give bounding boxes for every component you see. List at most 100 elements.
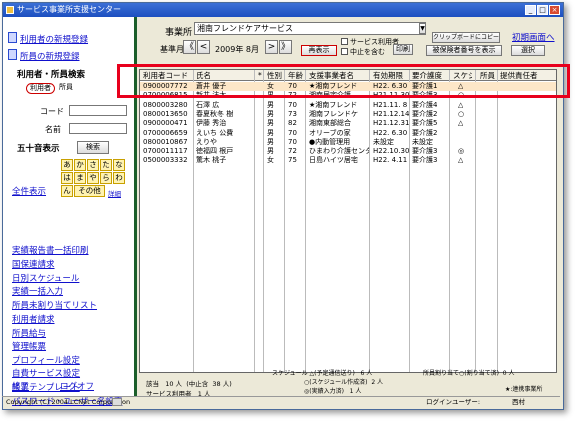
refresh-button[interactable]: 再表示 bbox=[301, 45, 337, 56]
service-user-checkbox[interactable] bbox=[341, 38, 348, 45]
table-cell: 男 bbox=[267, 100, 274, 109]
logoff-link[interactable]: ログオフ bbox=[60, 380, 94, 392]
link-bulk-input[interactable]: 実績一括入力 bbox=[12, 285, 63, 297]
link-salary[interactable]: 所員給与 bbox=[12, 327, 46, 339]
suspend-label: (中止含 bbox=[186, 380, 209, 388]
table-row[interactable]: 0700006659 えいち 公費 男 70 オリーブの家 H22. 6.30 要介護2 bbox=[140, 128, 556, 138]
table-cell: 0700011117 bbox=[143, 147, 188, 156]
kana-sa[interactable]: さ bbox=[87, 159, 99, 171]
user-search-pill[interactable]: 利用者 bbox=[26, 83, 55, 94]
table-cell: 72 bbox=[288, 147, 297, 156]
table-cell: 日島ハイツ居宅 bbox=[309, 156, 358, 165]
table-cell: 男 bbox=[267, 109, 274, 118]
minimize-button[interactable]: _ bbox=[525, 5, 536, 15]
kana-ta[interactable]: た bbox=[100, 159, 112, 171]
link-self-pay[interactable]: 自費サービス設定 bbox=[12, 367, 80, 379]
kana-n[interactable]: ん bbox=[61, 185, 73, 197]
schedule-done: ◎(実績入力済) bbox=[304, 388, 344, 395]
prev-month-button[interactable]: < bbox=[197, 40, 210, 54]
kana-other[interactable]: その他 bbox=[74, 185, 105, 197]
table-cell: 男 bbox=[267, 128, 274, 137]
name-label: 名前 bbox=[45, 125, 61, 134]
kana-a[interactable]: あ bbox=[61, 159, 73, 171]
table-cell: 湘南東部総合 bbox=[309, 119, 351, 128]
end-link[interactable]: 終了 bbox=[12, 380, 29, 392]
search-button[interactable]: 検索 bbox=[77, 141, 109, 154]
table-cell: えいち 公費 bbox=[196, 128, 234, 137]
init-screen-link[interactable]: 初期画面へ bbox=[512, 31, 555, 43]
table-cell: 0800013650 bbox=[143, 109, 188, 118]
code-input[interactable] bbox=[69, 105, 127, 116]
link-unassigned[interactable]: 所員未割り当てリスト bbox=[12, 299, 97, 311]
table-cell: ○ bbox=[458, 109, 465, 118]
table-cell: 男 bbox=[267, 137, 274, 146]
select-button[interactable]: 選択 bbox=[511, 45, 545, 56]
pen-icon[interactable] bbox=[112, 398, 122, 406]
new-user-link[interactable]: 利用者の新規登録 bbox=[20, 33, 88, 45]
table-row[interactable]: 0700011117 徳福四 根戸 男 72 ひまわり介護センター H22.10.30要介… bbox=[140, 147, 556, 156]
print-button[interactable]: 印刷 bbox=[393, 44, 413, 55]
kana-na[interactable]: な bbox=[113, 159, 125, 171]
alloc-label: 所員割り当て○(割り当て済) bbox=[423, 370, 499, 377]
table-cell: 要介護2 bbox=[412, 128, 438, 137]
schedule-created: ○(スケジュール作成済) bbox=[304, 379, 368, 386]
table-cell: H22. 4.11 bbox=[373, 156, 408, 165]
next-year-button[interactable]: 》 bbox=[279, 40, 292, 54]
link-kokuho[interactable]: 国保連請求 bbox=[12, 258, 55, 270]
new-office-link[interactable]: 所員の新規登録 bbox=[20, 50, 80, 62]
maximize-button[interactable]: □ bbox=[537, 5, 548, 15]
table-cell: H22.10.30 bbox=[373, 147, 410, 156]
kana-ka[interactable]: か bbox=[74, 159, 86, 171]
table-cell: 0500003332 bbox=[143, 156, 188, 165]
link-bulk-print[interactable]: 実績報告書一括印刷 bbox=[12, 244, 89, 256]
table-row[interactable]: 0800003280 石澤 広 男 70 ★湘南フレンド H21.11. 8 要介護4 △ bbox=[140, 100, 556, 110]
schedule-done-count: 1 人 bbox=[349, 388, 362, 395]
link-profile[interactable]: プロフィール設定 bbox=[12, 354, 80, 366]
table-cell: 0900000471 bbox=[143, 119, 188, 128]
table-cell: 0800010867 bbox=[143, 137, 188, 146]
table-cell: 要介護3 bbox=[412, 147, 438, 156]
clipboard-button[interactable]: クリップボードにコピー bbox=[432, 32, 500, 43]
highlight-box bbox=[117, 64, 570, 98]
table-row[interactable]: 0800010867 えりや 男 70 ●内動管理用 未設定 未設定 bbox=[140, 137, 556, 147]
kana-ha[interactable]: は bbox=[61, 172, 73, 184]
month-display: 2009年 8月 bbox=[215, 45, 259, 54]
link-user-billing[interactable]: 利用者請求 bbox=[12, 313, 55, 325]
base-month-label: 基準月 bbox=[160, 45, 184, 54]
show-insurance-button[interactable]: 被保険者番号を表示 bbox=[426, 45, 502, 56]
suspend-value: 38 人) bbox=[212, 380, 232, 388]
link-daily-schedule[interactable]: 日別スケジュール bbox=[12, 272, 79, 284]
prev-year-button[interactable]: 《 bbox=[183, 40, 196, 54]
table-cell: 70 bbox=[288, 100, 297, 109]
app-icon bbox=[6, 6, 14, 14]
office-label: 事業所 bbox=[165, 28, 193, 38]
table-cell: 82 bbox=[288, 119, 297, 128]
kana-ma[interactable]: ま bbox=[74, 172, 86, 184]
table-cell: 要介護3 bbox=[412, 156, 438, 165]
include-suspended-label: 中止を含む bbox=[350, 48, 385, 56]
link-reports[interactable]: 管理帳票 bbox=[12, 340, 46, 352]
table-row[interactable]: 0500003332 驚木 桃子 女 75 日島ハイツ居宅 H22. 4.11 要介護3 △ bbox=[140, 156, 556, 165]
next-month-button[interactable]: > bbox=[265, 40, 278, 54]
table-cell: 春夏秋冬 樹 bbox=[196, 109, 234, 118]
kana-wa[interactable]: わ bbox=[113, 172, 125, 184]
table-row[interactable]: 0900000471 伊藤 秀治 男 82 湘南東部総合 H21.12.31 要介護5 △ bbox=[140, 119, 556, 128]
name-input[interactable] bbox=[69, 123, 127, 134]
table-row[interactable]: 0800013650 春夏秋冬 樹 男 73 湘南フレンドケ H21.12.14 要介護2 ○ bbox=[140, 109, 556, 119]
kana-ya[interactable]: や bbox=[87, 172, 99, 184]
include-suspended-checkbox[interactable] bbox=[341, 48, 348, 55]
detail-link[interactable]: 詳細 bbox=[108, 188, 121, 198]
table-cell: △ bbox=[458, 119, 464, 128]
kana-ra[interactable]: ら bbox=[100, 172, 112, 184]
login-user: 西村 bbox=[512, 398, 525, 406]
table-cell: 0700006659 bbox=[143, 128, 188, 137]
close-button[interactable]: × bbox=[549, 5, 560, 15]
kana-title: 五十音表示 bbox=[17, 144, 60, 154]
table-cell: 75 bbox=[288, 156, 297, 165]
staff-search-pill[interactable]: 所員 bbox=[56, 83, 76, 94]
table-cell: オリーブの家 bbox=[309, 128, 351, 137]
show-all-link[interactable]: 全件表示 bbox=[12, 185, 46, 197]
office-dropdown-icon[interactable]: ▼ bbox=[419, 23, 426, 34]
office-select[interactable]: 湘南フレンドケアサービス bbox=[194, 22, 426, 35]
table-cell: 70 bbox=[288, 128, 297, 137]
